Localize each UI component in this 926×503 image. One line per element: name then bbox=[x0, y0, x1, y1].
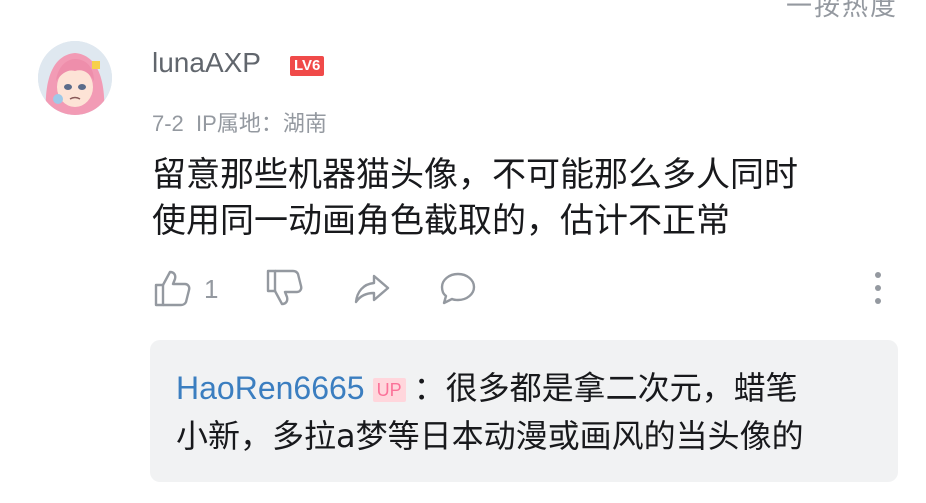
reply-text-line: 小新，多拉a梦等日本动漫或画风的当头像的 bbox=[176, 417, 804, 455]
share-icon bbox=[354, 274, 390, 304]
avatar[interactable] bbox=[38, 41, 112, 115]
reply-colon: ： bbox=[413, 369, 446, 407]
dislike-icon bbox=[266, 269, 303, 306]
reply-preview[interactable]: HaoRen6665 UP ：很多都是拿二次元，蜡笔 小新，多拉a梦等日本动漫或画风… bbox=[150, 340, 898, 482]
more-icon bbox=[875, 272, 881, 304]
like-icon bbox=[154, 270, 191, 307]
reply-button[interactable] bbox=[438, 268, 478, 312]
comment-username[interactable]: lunaAXP bbox=[152, 47, 261, 79]
reply-username[interactable]: HaoRen6665 bbox=[176, 370, 365, 406]
comment-date: 7-2 bbox=[152, 111, 184, 136]
up-badge: UP bbox=[372, 378, 406, 402]
dislike-button[interactable] bbox=[264, 268, 304, 312]
comment-text-line: 使用同一动画角色截取的，估计不正常 bbox=[152, 201, 730, 241]
like-button[interactable] bbox=[152, 268, 192, 312]
sort-by-hot-partial[interactable]: 一按热度 bbox=[786, 0, 898, 23]
comment-icon bbox=[440, 272, 476, 305]
like-count: 1 bbox=[204, 274, 219, 304]
avatar-image bbox=[38, 41, 112, 115]
comment-text: 留意那些机器猫头像，不可能那么多人同时 使用同一动画角色截取的，估计不正常 bbox=[152, 152, 872, 244]
comment-actions: 1 bbox=[152, 268, 892, 312]
reply-text-line: 很多都是拿二次元，蜡笔 bbox=[445, 369, 798, 407]
more-button[interactable] bbox=[868, 268, 888, 312]
comment-ip-location: IP属地：湖南 bbox=[196, 111, 327, 136]
share-button[interactable] bbox=[352, 268, 392, 312]
comment-meta: 7-2 IP属地：湖南 bbox=[152, 106, 327, 138]
reply-line: 小新，多拉a梦等日本动漫或画风的当头像的 bbox=[176, 414, 804, 458]
reply-line: HaoRen6665 UP ：很多都是拿二次元，蜡笔 bbox=[176, 366, 798, 410]
comment-text-line: 留意那些机器猫头像，不可能那么多人同时 bbox=[152, 155, 798, 195]
level-badge: LV6 bbox=[290, 56, 325, 76]
